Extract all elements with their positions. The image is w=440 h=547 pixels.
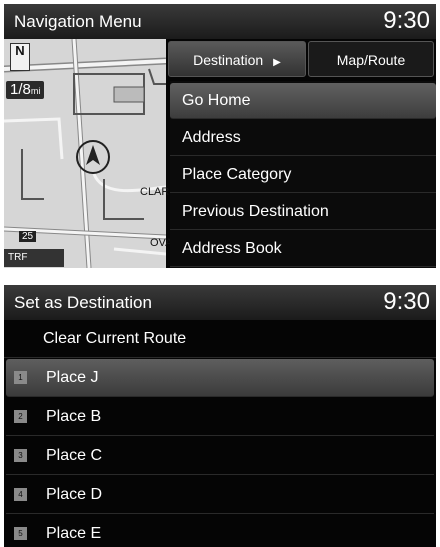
waypoint-number-icon: 2 xyxy=(14,410,27,423)
map-scale-value: 1/8 xyxy=(10,81,31,98)
menu-item-address-book[interactable]: Address Book xyxy=(170,231,436,267)
tab-destination-label: Destination xyxy=(193,52,264,68)
route-shield-icon: 25 xyxy=(19,231,37,242)
tab-destination[interactable]: Destination ▶ xyxy=(168,41,306,77)
clock: 9:30 xyxy=(383,288,430,315)
screen-title: Navigation Menu xyxy=(14,12,142,31)
map-view[interactable]: N 1/8mi CLAR OVA 25 TRF xyxy=(4,39,172,268)
waypoint-number-icon: 5 xyxy=(14,527,27,540)
place-item[interactable]: 1 Place J xyxy=(6,359,434,397)
place-label: Place E xyxy=(46,525,102,542)
menu-item-previous-destination[interactable]: Previous Destination xyxy=(170,194,436,230)
place-item[interactable]: 5 Place E xyxy=(6,515,434,547)
waypoint-number-icon: 4 xyxy=(14,488,27,501)
tab-map-route[interactable]: Map/Route xyxy=(308,41,434,77)
title-bar: Navigation Menu 9:30 xyxy=(4,4,436,39)
tab-map-route-label: Map/Route xyxy=(336,52,406,68)
place-label: Place D xyxy=(46,486,103,503)
clear-current-route-button[interactable]: Clear Current Route xyxy=(4,320,436,358)
place-item[interactable]: 2 Place B xyxy=(6,398,434,436)
menu-item-place-category[interactable]: Place Category xyxy=(170,157,436,193)
set-as-destination-screen: Set as Destination 9:30 Clear Current Ro… xyxy=(4,285,436,547)
title-bar: Set as Destination 9:30 xyxy=(4,285,436,320)
screen-title: Set as Destination xyxy=(14,293,152,312)
map-scale-unit: mi xyxy=(30,86,41,96)
waypoint-number-icon: 1 xyxy=(14,371,27,384)
north-indicator-icon: N xyxy=(10,43,30,71)
clock: 9:30 xyxy=(383,7,430,34)
place-label: Place C xyxy=(46,447,103,464)
traffic-indicator: TRF xyxy=(4,249,64,267)
menu-item-address[interactable]: Address xyxy=(170,120,436,156)
place-label: Place J xyxy=(46,369,99,386)
menu-tabs: Destination ▶ Map/Route xyxy=(166,39,436,79)
place-label: Place B xyxy=(46,408,102,425)
waypoint-number-icon: 3 xyxy=(14,449,27,462)
place-item[interactable]: 4 Place D xyxy=(6,476,434,514)
place-item[interactable]: 3 Place C xyxy=(6,437,434,475)
menu-item-go-home[interactable]: Go Home xyxy=(170,83,436,119)
navigation-menu-screen: Navigation Menu 9:30 N 1/8mi CLAR OVA 25… xyxy=(4,4,436,268)
destination-menu: Go Home Address Place Category Previous … xyxy=(170,81,436,268)
right-arrow-icon: ▶ xyxy=(273,57,281,68)
street-label: CLAR xyxy=(140,186,170,198)
map-scale: 1/8mi xyxy=(6,81,45,99)
